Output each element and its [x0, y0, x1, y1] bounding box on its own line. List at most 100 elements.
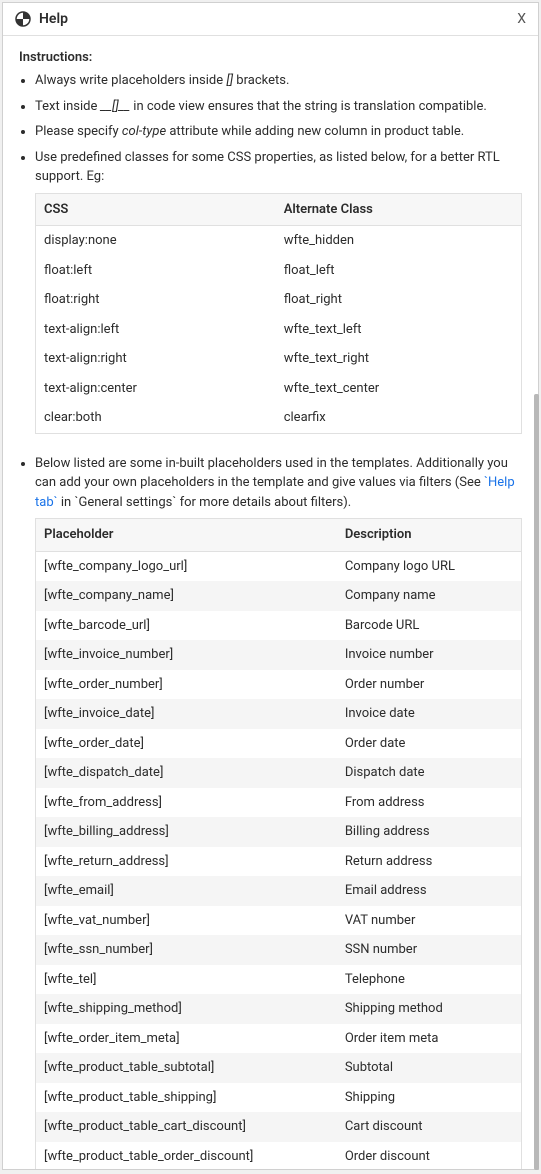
cell: text-align:left [36, 315, 276, 345]
panel-title: Help [39, 11, 517, 27]
table-row: [wfte_invoice_number]Invoice number [36, 640, 522, 670]
cell: Shipping method [337, 994, 522, 1024]
table-row: [wfte_return_address]Return address [36, 847, 522, 877]
cell: Return address [337, 847, 522, 877]
cell: [wfte_vat_number] [36, 906, 337, 936]
text: in code view ensures that the string is … [130, 99, 487, 114]
table-row: [wfte_billing_address]Billing address [36, 817, 522, 847]
cell: [wfte_shipping_method] [36, 994, 337, 1024]
placeholder-section: Below listed are some in-built placehold… [19, 454, 522, 1170]
table-row: text-align:leftwfte_text_left [36, 315, 522, 345]
instruction-item: Use predefined classes for some CSS prop… [35, 148, 522, 434]
cell: [wfte_return_address] [36, 847, 337, 877]
text: Use predefined classes for some CSS prop… [35, 150, 500, 185]
cell: [wfte_company_name] [36, 581, 337, 611]
cell: float:right [36, 285, 276, 315]
cell: [wfte_order_item_meta] [36, 1024, 337, 1054]
placeholder-table: Placeholder Description [wfte_company_lo… [35, 518, 522, 1169]
cell: [wfte_tel] [36, 965, 337, 995]
table-row: [wfte_email]Email address [36, 876, 522, 906]
cell: [wfte_product_table_subtotal] [36, 1053, 337, 1083]
close-button[interactable]: X [517, 11, 526, 27]
cell: wfte_text_center [276, 374, 522, 404]
text: Text inside [35, 99, 101, 114]
help-panel: Help X Instructions: Always write placeh… [2, 2, 539, 1170]
cell: [wfte_barcode_url] [36, 611, 337, 641]
table-row: [wfte_barcode_url]Barcode URL [36, 611, 522, 641]
cell: [wfte_product_table_order_discount] [36, 1142, 337, 1170]
cell: [wfte_company_logo_url] [36, 551, 337, 581]
text: Below listed are some in-built placehold… [35, 456, 508, 491]
cell: Order discount [337, 1142, 522, 1170]
table-row: [wfte_company_name]Company name [36, 581, 522, 611]
cell: float:left [36, 256, 276, 286]
cell: Dispatch date [337, 758, 522, 788]
cell: Telephone [337, 965, 522, 995]
table-row: [wfte_order_number]Order number [36, 670, 522, 700]
cell: float_right [276, 285, 522, 315]
instructions-heading: Instructions: [19, 50, 522, 65]
table-row: text-align:rightwfte_text_right [36, 344, 522, 374]
table-row: [wfte_company_logo_url]Company logo URL [36, 551, 522, 581]
cell: [wfte_email] [36, 876, 337, 906]
table-row: [wfte_ssn_number]SSN number [36, 935, 522, 965]
table-row: [wfte_order_date]Order date [36, 729, 522, 759]
text: attribute while adding new column in pro… [166, 124, 464, 139]
table-row: float:rightfloat_right [36, 285, 522, 315]
cell: Subtotal [337, 1053, 522, 1083]
col-header: Placeholder [36, 519, 337, 552]
cell: Order date [337, 729, 522, 759]
instruction-item: Text inside __[]__ in code view ensures … [35, 97, 522, 117]
cell: [wfte_ssn_number] [36, 935, 337, 965]
panel-content: Instructions: Always write placeholders … [3, 36, 538, 1169]
col-header: CSS [36, 193, 276, 226]
cell: Company logo URL [337, 551, 522, 581]
cell: Email address [337, 876, 522, 906]
scrollbar[interactable] [534, 2, 539, 1170]
col-header: Alternate Class [276, 193, 522, 226]
col-header: Description [337, 519, 522, 552]
cell: [wfte_product_table_shipping] [36, 1083, 337, 1113]
panel-header: Help X [3, 3, 538, 36]
table-row: [wfte_product_table_subtotal]Subtotal [36, 1053, 522, 1083]
instruction-item: Below listed are some in-built placehold… [35, 454, 522, 1170]
cell: VAT number [337, 906, 522, 936]
text: brackets. [233, 73, 289, 88]
css-table: CSS Alternate Class display:nonewfte_hid… [35, 193, 522, 434]
cell: Barcode URL [337, 611, 522, 641]
table-row: [wfte_invoice_date]Invoice date [36, 699, 522, 729]
cell: Shipping [337, 1083, 522, 1113]
cell: Billing address [337, 817, 522, 847]
scrollbar-thumb[interactable] [534, 394, 539, 1170]
cell: [wfte_invoice_date] [36, 699, 337, 729]
cell: Order number [337, 670, 522, 700]
table-header-row: CSS Alternate Class [36, 193, 522, 226]
instruction-item: Always write placeholders inside [] brac… [35, 71, 522, 91]
cell: [wfte_billing_address] [36, 817, 337, 847]
cell: Cart discount [337, 1112, 522, 1142]
cell: clear:both [36, 403, 276, 433]
cell: SSN number [337, 935, 522, 965]
table-row: [wfte_vat_number]VAT number [36, 906, 522, 936]
cell: Company name [337, 581, 522, 611]
instruction-item: Please specify col-type attribute while … [35, 122, 522, 142]
cell: [wfte_invoice_number] [36, 640, 337, 670]
text-em: col-type [122, 124, 166, 139]
cell: clearfix [276, 403, 522, 433]
table-row: [wfte_product_table_shipping]Shipping [36, 1083, 522, 1113]
cell: From address [337, 788, 522, 818]
cell: [wfte_order_number] [36, 670, 337, 700]
cell: [wfte_order_date] [36, 729, 337, 759]
table-row: [wfte_product_table_order_discount]Order… [36, 1142, 522, 1170]
table-row: [wfte_product_table_cart_discount]Cart d… [36, 1112, 522, 1142]
table-row: [wfte_tel]Telephone [36, 965, 522, 995]
table-row: text-align:centerwfte_text_center [36, 374, 522, 404]
table-row: clear:bothclearfix [36, 403, 522, 433]
table-row: [wfte_dispatch_date]Dispatch date [36, 758, 522, 788]
cell: [wfte_product_table_cart_discount] [36, 1112, 337, 1142]
cell: [wfte_dispatch_date] [36, 758, 337, 788]
cell: wfte_hidden [276, 226, 522, 256]
text: in `General settings` for more details a… [58, 495, 352, 510]
table-header-row: Placeholder Description [36, 519, 522, 552]
cell: Invoice number [337, 640, 522, 670]
